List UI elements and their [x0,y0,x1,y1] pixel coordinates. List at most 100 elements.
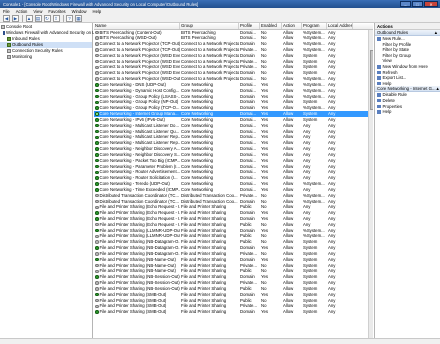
menu-view[interactable]: View [33,9,42,14]
collapse-icon[interactable]: ▲ [436,86,440,91]
action-icon [377,81,381,86]
show-tree-icon[interactable]: ▤ [34,14,42,22]
vertical-scrollbar[interactable] [368,29,373,344]
scrollbar-thumb[interactable] [369,49,373,110]
close-button[interactable]: ✕ [424,1,438,7]
actions-header: Actions [375,23,440,30]
toolbar-separator [62,14,63,22]
status-bar [0,338,440,344]
rule-disabled-icon [95,77,99,81]
up-folder-icon[interactable]: ▲ [25,14,33,22]
rule-enabled-cell: Yes [261,309,269,315]
rules-table-body: BITS Peercaching (Content-Out) BITS Peerc… [94,30,373,316]
action-item[interactable]: Help [375,109,440,115]
window-title: Console1 - [Console Root\Windows Firewal… [3,1,199,7]
tree-node-icon [3,31,5,35]
tree-node-icon [7,37,11,41]
minimize-button[interactable]: – [400,1,411,7]
action-icon [377,93,381,97]
menu-action[interactable]: Action [16,9,28,14]
column-header-group[interactable]: Group [180,23,239,29]
rule-enabled-icon [95,100,99,105]
rule-disabled-icon [95,281,99,285]
rule-enabled-icon [95,211,99,215]
rule-disabled-icon [95,53,99,58]
action-icon [377,37,381,41]
rule-disabled-icon [95,59,99,64]
rule-enabled-icon [95,217,99,221]
help-icon[interactable]: ? [66,14,73,22]
menu-window[interactable]: Window [72,9,87,14]
tree-node-icon [1,25,5,29]
column-header-local-address[interactable]: Local Address [327,23,353,29]
menu-help[interactable]: Help [93,9,102,14]
tree-node[interactable]: Monitoring [0,54,92,60]
rule-enabled-icon [95,310,99,314]
rule-enabled-icon [95,188,99,192]
rule-enabled-icon [95,170,99,175]
rule-disabled-icon [95,199,99,204]
rule-enabled-icon [95,129,99,134]
export-icon[interactable]: ⇪ [52,14,60,22]
tree-node-label: Monitoring [12,54,33,59]
rule-disabled-icon [95,234,99,239]
action-icon [377,54,381,58]
rule-enabled-icon [95,118,99,122]
action-icon [377,59,381,63]
rule-enabled-icon [95,246,99,250]
table-row[interactable]: File and Printer Sharing (SMB-Out) File a… [94,309,373,315]
toolbar-separator [22,14,23,22]
rule-enabled-icon [95,176,99,180]
rule-enabled-icon [95,141,99,145]
rule-profile-cell: Domain [240,309,255,315]
back-icon[interactable]: ◀ [3,14,10,22]
column-header-profile[interactable]: Profile [239,23,260,29]
tree-node-icon [7,55,11,59]
rule-disabled-icon [95,71,99,75]
actions-section-label: Outbound Rules [377,30,409,35]
title-bar: Console1 - [Console Root\Windows Firewal… [0,0,440,8]
rule-enabled-icon [95,83,99,87]
rule-name-cell: File and Printer Sharing (SMB-Out) [94,309,180,315]
column-header-program[interactable]: Program [302,23,327,29]
forward-icon[interactable]: ▶ [12,14,19,22]
maximize-button[interactable]: □ [412,1,423,7]
action-icon [377,65,381,69]
action-icon [377,43,381,47]
rule-enabled-icon [95,147,99,151]
rules-list: Name Group Profile Enabled Action Progra… [94,23,373,344]
rule-enabled-icon [95,112,99,116]
rule-enabled-icon [95,275,99,279]
rule-disabled-icon [95,263,99,268]
refresh-icon[interactable]: ↻ [43,14,51,22]
actions-section-label: Core Networking - Internet G... [377,86,436,92]
rule-disabled-icon [95,269,99,274]
rule-enabled-icon [95,94,99,99]
rule-disabled-icon [95,65,99,70]
action-icon [377,70,381,75]
rule-enabled-icon [95,228,99,233]
rule-group-cell: File and Printer Sharing [181,309,227,315]
column-header-action[interactable]: Action [282,23,302,29]
column-header-name[interactable]: Name [94,23,180,29]
rule-name-text: File and Printer Sharing (SMB-Out) [99,309,167,315]
toolbar: ◀ ▶ ▲ ▤ ↻ ⇪ ? ▦ [0,14,440,23]
column-header-enabled[interactable]: Enabled [260,23,282,29]
rule-disabled-icon [95,193,99,198]
action-label: Help [382,109,392,115]
action-icon [377,110,381,114]
menu-file[interactable]: File [3,9,10,14]
show-actions-icon[interactable]: ▦ [75,14,82,22]
rule-enabled-icon [95,292,99,297]
action-icon [377,98,381,103]
rule-enabled-icon [95,88,99,93]
menu-favorites[interactable]: Favorites [48,9,65,14]
rule-disabled-icon [95,240,99,244]
rule-disabled-icon [95,298,99,303]
collapse-icon[interactable]: ▲ [434,30,438,35]
console-tree: Console Root Windows Firewall with Advanc… [0,23,123,344]
actions-pane: Actions Outbound Rules ▲ New Rule... Filte… [374,23,440,344]
rule-disabled-icon [95,48,99,52]
rule-disabled-icon [95,304,99,309]
rule-enabled-icon [95,182,99,186]
